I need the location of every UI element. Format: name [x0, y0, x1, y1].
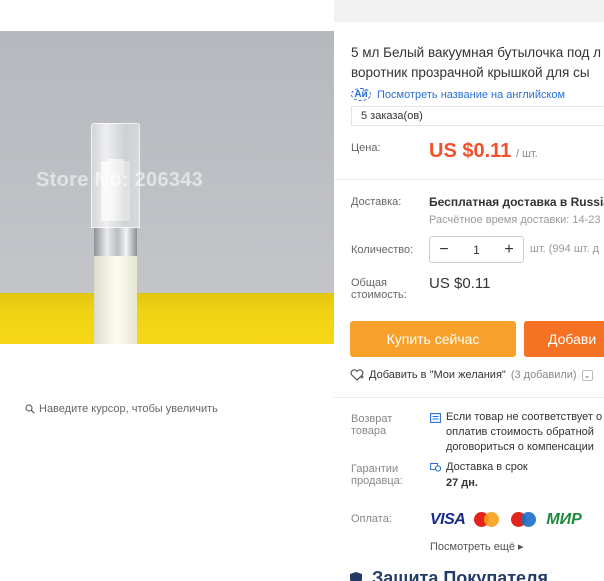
shipping-eta: Расчётное время доставки: 14-23 [429, 214, 601, 226]
wishlist-text[interactable]: Добавить в "Мои желания" [369, 369, 506, 381]
translate-icon: Aй [351, 88, 371, 101]
payment-label: Оплата: [351, 513, 392, 525]
total-value: US $0.11 [429, 275, 491, 292]
total-label-line: Общая [351, 277, 387, 289]
orders-count: 5 заказа(ов) [351, 106, 604, 126]
return-label: Возврат товара [351, 413, 392, 437]
guarantee-label: Гарантии продавца: [351, 463, 403, 487]
guarantee-delivery: Доставка в срок [446, 461, 528, 473]
search-icon [25, 404, 35, 414]
mastercard-logo [472, 510, 502, 529]
shield-icon [350, 571, 362, 581]
return-label-line: товара [351, 425, 387, 437]
zoom-hint: Наведите курсор, чтобы увеличить [25, 403, 218, 415]
wishlist-count: (3 добавили) [510, 369, 577, 381]
visa-logo: VISA [430, 510, 466, 528]
store-watermark: Store No: 206343 [36, 169, 204, 191]
quantity-increase-button[interactable]: + [502, 241, 516, 259]
bottle-collar [94, 227, 137, 256]
guarantee-label-line: продавца: [351, 475, 403, 487]
total-label: Общая стоимость: [351, 277, 407, 301]
maestro-logo [509, 510, 539, 529]
return-policy-icon [430, 413, 441, 423]
more-payment-link[interactable]: Посмотреть ещё ▸ [430, 540, 524, 553]
buyer-protection-title: Защита Покупателя [372, 568, 548, 581]
divider [334, 179, 604, 180]
translate-link[interactable]: Aй Посмотреть название на английском [351, 88, 565, 101]
mir-logo: МИР [546, 510, 582, 528]
product-info-panel: 5 мл Белый вакуумная бутылочка под л вор… [334, 0, 604, 581]
image-background [0, 31, 334, 293]
translate-link-text[interactable]: Посмотреть название на английском [377, 89, 565, 101]
return-policy-line: договориться о компенсации [446, 441, 594, 453]
quantity-decrease-button[interactable]: − [437, 241, 451, 259]
divider [334, 397, 604, 398]
product-title-line: 5 мл Белый вакуумная бутылочка под л [351, 45, 602, 60]
quantity-stepper[interactable]: − 1 + [429, 236, 524, 263]
buy-now-button[interactable]: Купить сейчас [350, 321, 516, 357]
price-label: Цена: [351, 142, 381, 154]
image-surface [0, 293, 334, 344]
return-policy-line: Если товар не соответствует о [446, 411, 603, 423]
quantity-input[interactable]: 1 [473, 243, 480, 257]
product-gallery: Store No: 206343 Наведите курсор, чтобы … [0, 0, 334, 581]
delivery-clock-icon [430, 463, 441, 472]
shipping-option[interactable]: Бесплатная доставка в Russian [429, 195, 604, 209]
product-image[interactable]: Store No: 206343 [0, 31, 334, 344]
buyer-protection: Защита Покупателя [348, 568, 548, 581]
add-to-cart-button[interactable]: Добави [524, 321, 604, 357]
guarantee-days: 27 дн. [446, 477, 478, 489]
heart-icon [350, 369, 364, 381]
zoom-hint-text: Наведите курсор, чтобы увеличить [39, 403, 218, 415]
guarantee-label-line: Гарантии [351, 463, 399, 475]
wishlist-link[interactable]: Добавить в "Мои желания" (3 добавили) ⌄ [350, 369, 593, 381]
top-strip [334, 0, 604, 22]
total-label-line: стоимость: [351, 289, 407, 301]
payment-logos: VISA МИР [430, 510, 582, 529]
product-title: 5 мл Белый вакуумная бутылочка под л вор… [351, 43, 604, 83]
return-policy-line: оплатив стоимость обратной [446, 426, 594, 438]
price-unit: / шт. [516, 148, 538, 160]
shipping-label: Доставка: [351, 196, 402, 208]
bottle-body [94, 256, 137, 344]
return-label-line: Возврат [351, 413, 393, 425]
price-value: US $0.11 [429, 140, 512, 162]
stock-available: шт. (994 шт. д [530, 243, 600, 255]
quantity-label: Количество: [351, 244, 414, 256]
chevron-down-icon[interactable]: ⌄ [581, 369, 593, 381]
product-title-line: воротник прозрачной крышкой для сы [351, 65, 590, 80]
